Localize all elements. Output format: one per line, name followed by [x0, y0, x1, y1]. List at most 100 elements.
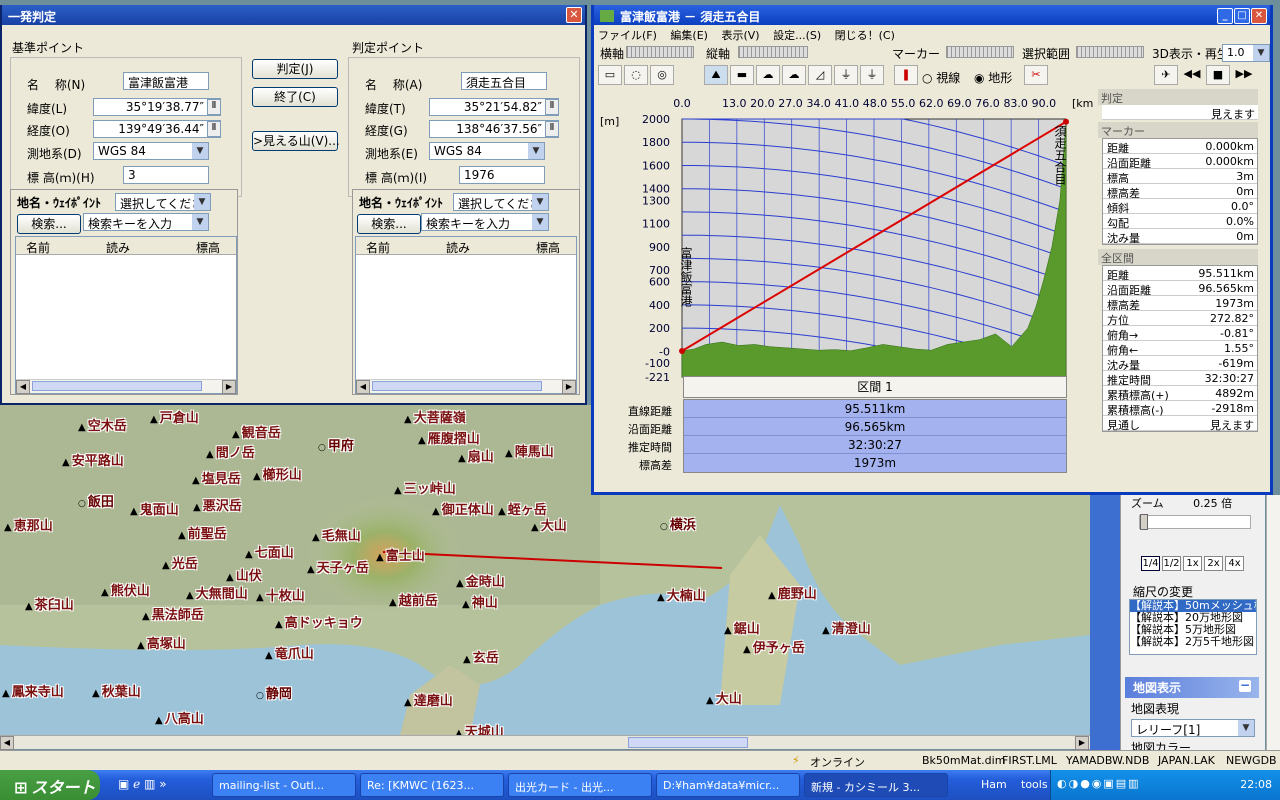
close-icon[interactable]: ✕: [1251, 8, 1267, 24]
target-lon-ime-icon[interactable]: Ⅱ: [545, 121, 559, 137]
scroll-right-icon[interactable]: ▶: [1075, 736, 1089, 750]
col-elev[interactable]: 標高: [196, 239, 220, 256]
map-display-header[interactable]: 地図表示 −: [1125, 677, 1259, 698]
visible-mountains-button[interactable]: >見える山(V)...: [252, 131, 340, 151]
quicklaunch-icons[interactable]: ▣ ℯ ▥ »: [118, 777, 167, 791]
scroll-thumb[interactable]: [628, 737, 748, 748]
forward-icon[interactable]: ▶▶: [1232, 65, 1256, 85]
col-reading[interactable]: 読み: [106, 239, 130, 256]
vertical-axis-slider[interactable]: [738, 46, 808, 58]
taskbar-item[interactable]: D:¥ham¥data¥micr...: [656, 773, 800, 797]
target-elev-input[interactable]: 1976: [459, 166, 545, 184]
minimize-icon[interactable]: _: [1217, 8, 1233, 24]
cloud-icon[interactable]: ☁: [756, 65, 780, 85]
target-lon-input[interactable]: 138°46′37.56″: [429, 120, 559, 138]
base-lat-input[interactable]: 35°19′38.77″: [93, 98, 221, 116]
end-button[interactable]: 終了(C): [252, 87, 338, 107]
close-icon[interactable]: ✕: [566, 7, 582, 23]
terrain-profile-icon[interactable]: ⛰: [704, 65, 728, 85]
cloud2-icon[interactable]: ☁: [782, 65, 806, 85]
scale-2x-button[interactable]: 2x: [1204, 556, 1223, 571]
scale-1x-button[interactable]: 1x: [1183, 556, 1202, 571]
start-button[interactable]: ⊞ スタート: [0, 770, 100, 800]
menu-close[interactable]: 閉じる！(C): [835, 29, 895, 42]
base-lat-ime-icon[interactable]: Ⅱ: [207, 99, 221, 115]
collapse-icon[interactable]: −: [1239, 679, 1251, 692]
col-reading[interactable]: 読み: [446, 239, 470, 256]
circle-icon[interactable]: ◌: [624, 65, 648, 85]
taskbar-item-active[interactable]: 新規 - カシミール 3...: [804, 773, 948, 797]
scale-list-item[interactable]: 【解説本】2万5千地形図: [1130, 636, 1256, 648]
target-waypoint-select[interactable]: 選択してください: [453, 193, 549, 211]
profile-window: 富津飯富港 － 須走五合目 _ □ ✕ ファイル(F) 編集(E) 表示(V) 設定…: [591, 5, 1273, 495]
right-panel-scrollbar[interactable]: [1266, 495, 1280, 750]
menu-file[interactable]: ファイル(F): [598, 29, 657, 42]
col-name[interactable]: 名前: [26, 239, 50, 256]
base-search-key-input[interactable]: 検索キーを入力: [83, 213, 209, 231]
target-search-key-input[interactable]: 検索キーを入力: [421, 213, 549, 231]
scale-quarter-button[interactable]: 1/4: [1141, 556, 1160, 571]
col-name[interactable]: 名前: [366, 239, 390, 256]
menu-settings[interactable]: 設定...(S): [773, 29, 821, 42]
taskbar-item[interactable]: mailing-list - Outl...: [212, 773, 356, 797]
info-value: 95.511km: [1198, 267, 1254, 280]
marker-pin-icon[interactable]: ❚: [894, 65, 918, 85]
base-search-button[interactable]: 検索...: [17, 214, 81, 234]
taskbar-item[interactable]: 出光カード - 出光...: [508, 773, 652, 797]
zoom-slider[interactable]: [1139, 514, 1251, 530]
scale-list[interactable]: 【解説本】50mメッシュ標 【解説本】20万地形図 【解説本】5万地形図 【解説…: [1129, 599, 1257, 655]
section-header[interactable]: 区間 1: [683, 376, 1067, 398]
map-style-select[interactable]: レリーフ[1]: [1131, 719, 1255, 737]
target-waypoint-list[interactable]: 名前 読み 標高 ◀ ▶: [355, 236, 577, 394]
base-list-scrollbar[interactable]: ◀ ▶: [16, 379, 236, 394]
view-line-radio[interactable]: ○ 視線: [922, 69, 960, 86]
maximize-icon[interactable]: □: [1234, 8, 1250, 24]
flat-icon[interactable]: ▬: [730, 65, 754, 85]
menu-view[interactable]: 表示(V): [721, 29, 759, 42]
3d-speed-select[interactable]: 1.0: [1222, 44, 1270, 62]
plug-icon[interactable]: ⏚: [834, 65, 858, 85]
scroll-left-icon[interactable]: ◀: [0, 736, 14, 750]
profile-titlebar[interactable]: 富津飯富港 － 須走五合目 _ □ ✕: [594, 5, 1270, 25]
target-datum-select[interactable]: WGS 84: [429, 142, 545, 160]
judge-button[interactable]: 判定(J): [252, 59, 338, 79]
scale-half-button[interactable]: 1/2: [1162, 556, 1181, 571]
info-value: 32:30:27: [1204, 372, 1254, 385]
lasso-icon[interactable]: ◎: [650, 65, 674, 85]
base-name-input[interactable]: 富津飯富港: [123, 72, 209, 90]
taskbar-item[interactable]: Re: [KMWC (1623...: [360, 773, 504, 797]
3d-icon[interactable]: ✈: [1154, 65, 1178, 85]
base-waypoint-select[interactable]: 選択してください: [115, 193, 211, 211]
menu-edit[interactable]: 編集(E): [670, 29, 708, 42]
tray-icons[interactable]: ◐◑●◉▣▤▥: [1057, 777, 1141, 790]
target-lat-ime-icon[interactable]: Ⅱ: [545, 99, 559, 115]
rewind-icon[interactable]: ◀◀: [1180, 65, 1204, 85]
base-elev-input[interactable]: 3: [123, 166, 209, 184]
target-search-button[interactable]: 検索...: [357, 214, 421, 234]
x-tick-label: 41.0: [835, 97, 860, 110]
base-lon-ime-icon[interactable]: Ⅱ: [207, 121, 221, 137]
base-waypoint-list[interactable]: 名前 読み 標高 ◀ ▶: [15, 236, 237, 394]
terrain-radio[interactable]: ◉ 地形: [974, 69, 1012, 86]
ruler-icon[interactable]: ▭: [598, 65, 622, 85]
target-list-scrollbar[interactable]: ◀ ▶: [356, 379, 576, 394]
base-lon-input[interactable]: 139°49′36.44″: [93, 120, 221, 138]
range-slider[interactable]: [1076, 46, 1144, 58]
marker-slider[interactable]: [946, 46, 1014, 58]
dialog-titlebar[interactable]: 一発判定 ✕: [2, 5, 585, 25]
col-elev[interactable]: 標高: [536, 239, 560, 256]
horizontal-axis-slider[interactable]: [626, 46, 694, 58]
slope-icon[interactable]: ◿: [808, 65, 832, 85]
scale-4x-button[interactable]: 4x: [1225, 556, 1244, 571]
target-lat-input[interactable]: 35°21′54.82″: [429, 98, 559, 116]
plug2-icon[interactable]: ⏚: [860, 65, 884, 85]
toolbar-tools[interactable]: tools: [1021, 778, 1048, 791]
target-name-input[interactable]: 須走五合目: [461, 72, 547, 90]
stop-icon[interactable]: ■: [1206, 65, 1230, 85]
range-select-icon[interactable]: ✂: [1024, 65, 1048, 85]
base-datum-select[interactable]: WGS 84: [93, 142, 209, 160]
toolbar-ham[interactable]: Ham: [981, 778, 1007, 791]
status-file: YAMADBW.NDB: [1066, 754, 1150, 767]
map-horizontal-scrollbar[interactable]: ◀ ▶: [0, 735, 1090, 750]
end-point-label: 須走五合目: [1053, 125, 1067, 185]
